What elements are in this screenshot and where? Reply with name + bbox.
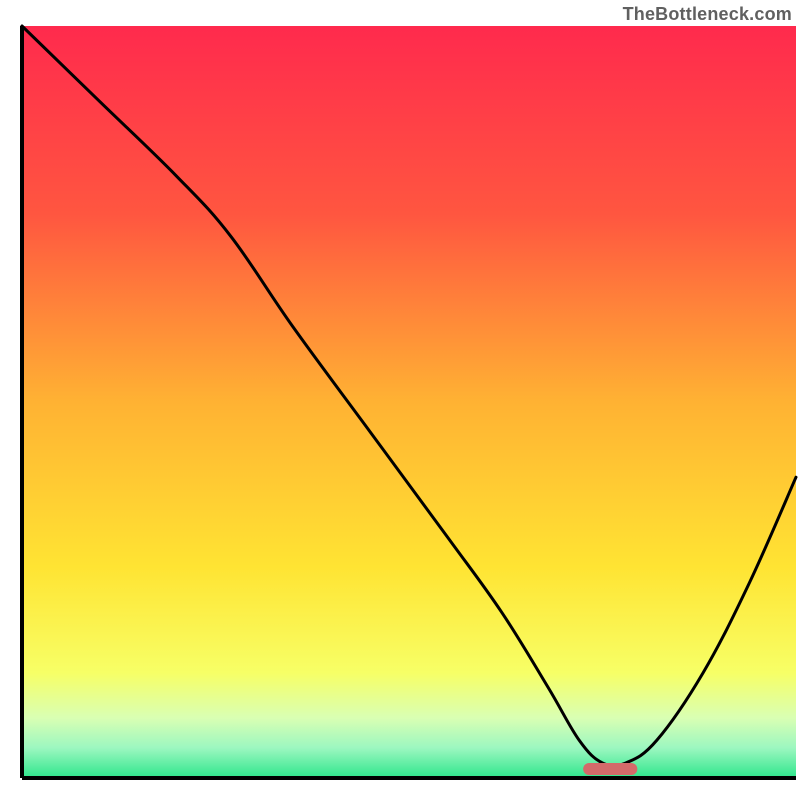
bottleneck-chart — [0, 0, 800, 800]
watermark-text: TheBottleneck.com — [623, 4, 792, 25]
chart-container: TheBottleneck.com — [0, 0, 800, 800]
optimal-range-marker — [583, 763, 637, 775]
